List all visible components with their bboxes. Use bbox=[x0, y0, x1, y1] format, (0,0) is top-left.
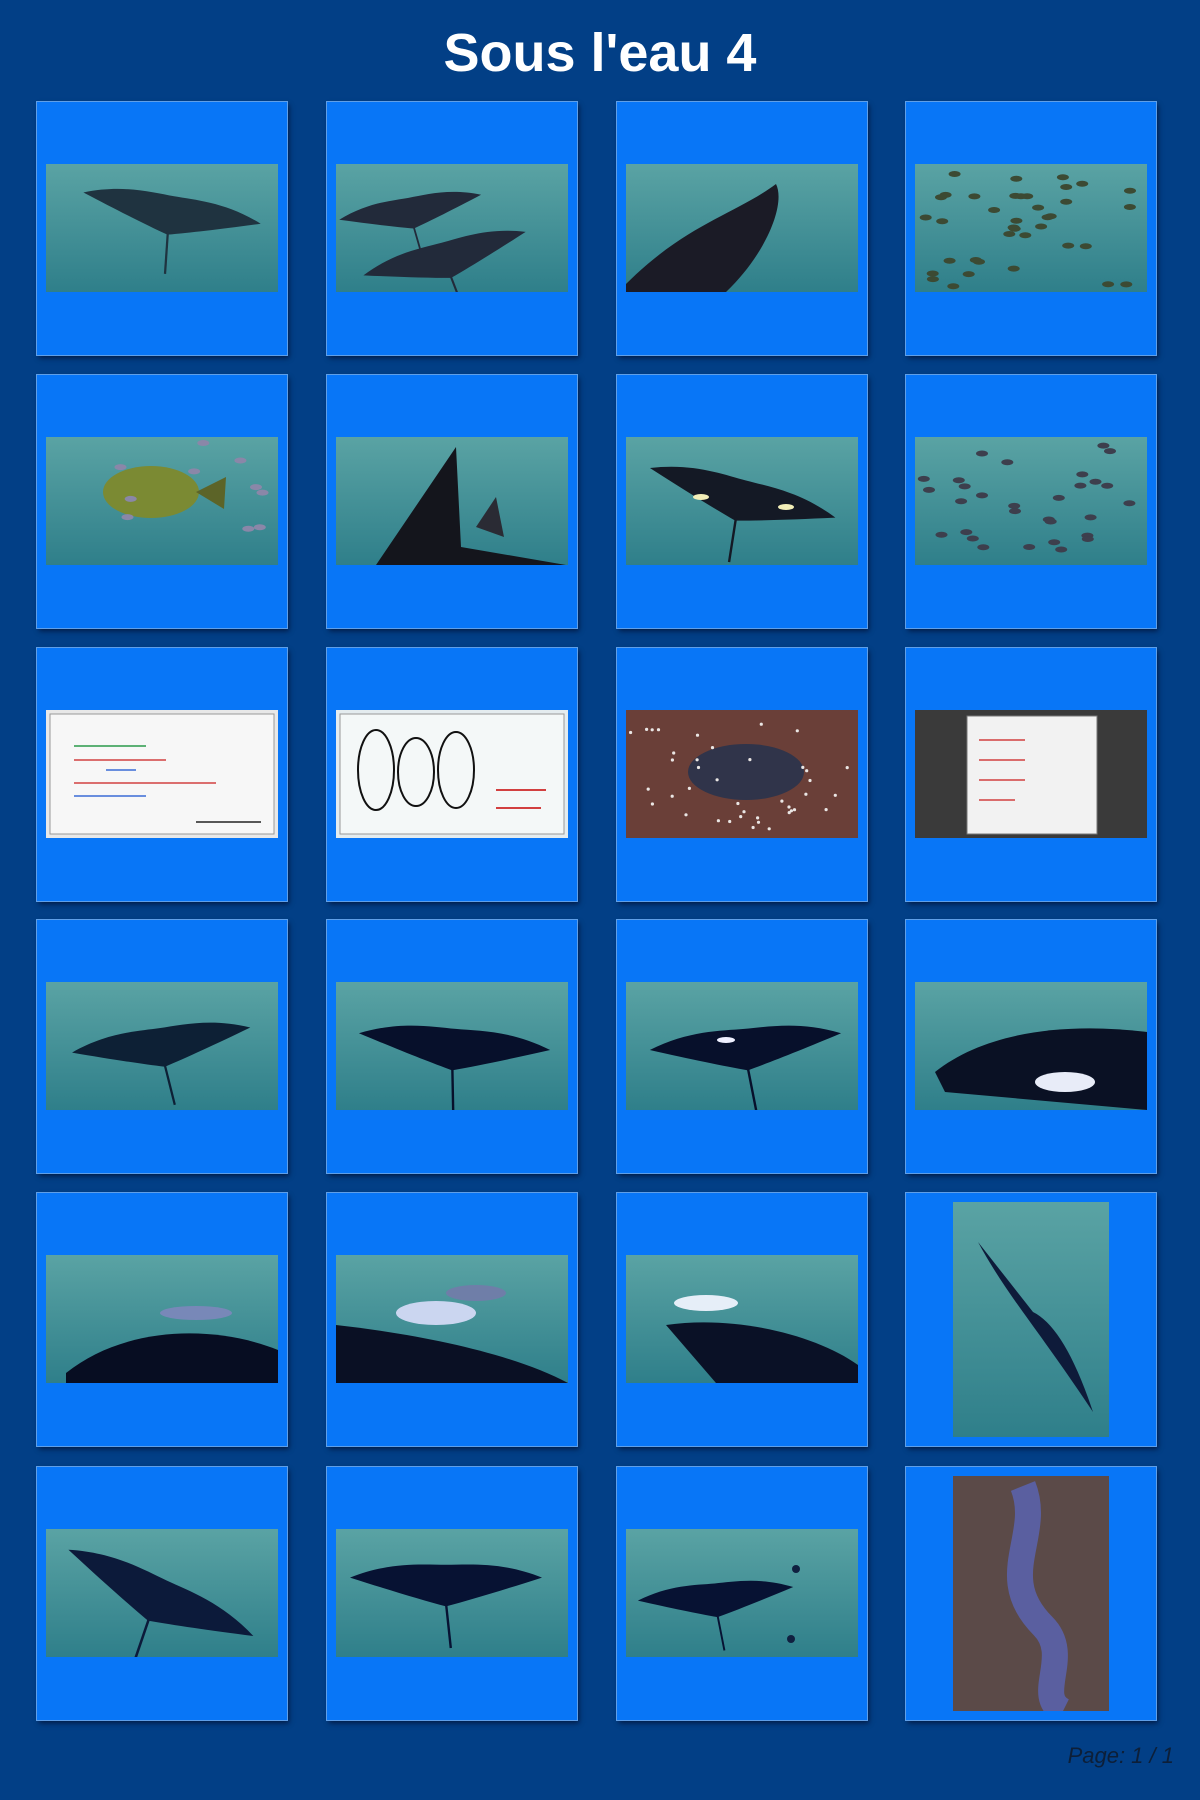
thumbnail-image[interactable] bbox=[953, 1202, 1109, 1437]
thumbnail-image[interactable] bbox=[46, 1529, 278, 1657]
thumbnail-image[interactable] bbox=[915, 437, 1147, 565]
thumbnail-card[interactable] bbox=[616, 101, 868, 356]
thumbnail-card[interactable] bbox=[326, 374, 578, 629]
thumbnail-card[interactable] bbox=[616, 374, 868, 629]
thumbnail-image[interactable] bbox=[336, 710, 568, 838]
thumbnail-image[interactable] bbox=[46, 982, 278, 1110]
thumbnail-card[interactable] bbox=[905, 919, 1157, 1174]
thumbnail-card[interactable] bbox=[326, 647, 578, 902]
thumbnail-image[interactable] bbox=[336, 1529, 568, 1657]
thumbnail-card[interactable] bbox=[326, 101, 578, 356]
thumbnail-card[interactable] bbox=[326, 919, 578, 1174]
thumbnail-card[interactable] bbox=[905, 1466, 1157, 1721]
thumbnail-image[interactable] bbox=[626, 164, 858, 292]
thumbnail-card[interactable] bbox=[36, 374, 288, 629]
thumbnail-card[interactable] bbox=[36, 1192, 288, 1447]
thumbnail-image[interactable] bbox=[336, 1255, 568, 1383]
page-title: Sous l'eau 4 bbox=[443, 23, 757, 83]
thumbnail-image[interactable] bbox=[336, 437, 568, 565]
thumbnail-card[interactable] bbox=[616, 1466, 868, 1721]
thumbnail-card[interactable] bbox=[905, 101, 1157, 356]
thumbnail-image[interactable] bbox=[915, 982, 1147, 1110]
thumbnail-card[interactable] bbox=[905, 1192, 1157, 1447]
thumbnail-image[interactable] bbox=[626, 710, 858, 838]
thumbnail-card[interactable] bbox=[905, 374, 1157, 629]
thumbnail-card[interactable] bbox=[326, 1192, 578, 1447]
thumbnail-card[interactable] bbox=[326, 1466, 578, 1721]
thumbnail-image[interactable] bbox=[46, 710, 278, 838]
thumbnail-image[interactable] bbox=[953, 1476, 1109, 1711]
thumbnail-card[interactable] bbox=[616, 919, 868, 1174]
thumbnail-image[interactable] bbox=[626, 1255, 858, 1383]
page-indicator: Page: 1 / 1 bbox=[1067, 1743, 1174, 1768]
thumbnail-image[interactable] bbox=[915, 164, 1147, 292]
thumbnail-image[interactable] bbox=[46, 164, 278, 292]
thumbnail-image[interactable] bbox=[336, 982, 568, 1110]
thumbnail-image[interactable] bbox=[626, 437, 858, 565]
thumbnail-image[interactable] bbox=[626, 1529, 858, 1657]
thumbnail-card[interactable] bbox=[36, 101, 288, 356]
thumbnail-card[interactable] bbox=[905, 647, 1157, 902]
thumbnail-card[interactable] bbox=[36, 1466, 288, 1721]
thumbnail-card[interactable] bbox=[616, 647, 868, 902]
thumbnail-image[interactable] bbox=[46, 437, 278, 565]
thumbnail-image[interactable] bbox=[46, 1255, 278, 1383]
thumbnail-card[interactable] bbox=[36, 919, 288, 1174]
thumbnail-image[interactable] bbox=[915, 710, 1147, 838]
thumbnail-card[interactable] bbox=[616, 1192, 868, 1447]
thumbnail-image[interactable] bbox=[336, 164, 568, 292]
thumbnail-card[interactable] bbox=[36, 647, 288, 902]
thumbnail-image[interactable] bbox=[626, 982, 858, 1110]
